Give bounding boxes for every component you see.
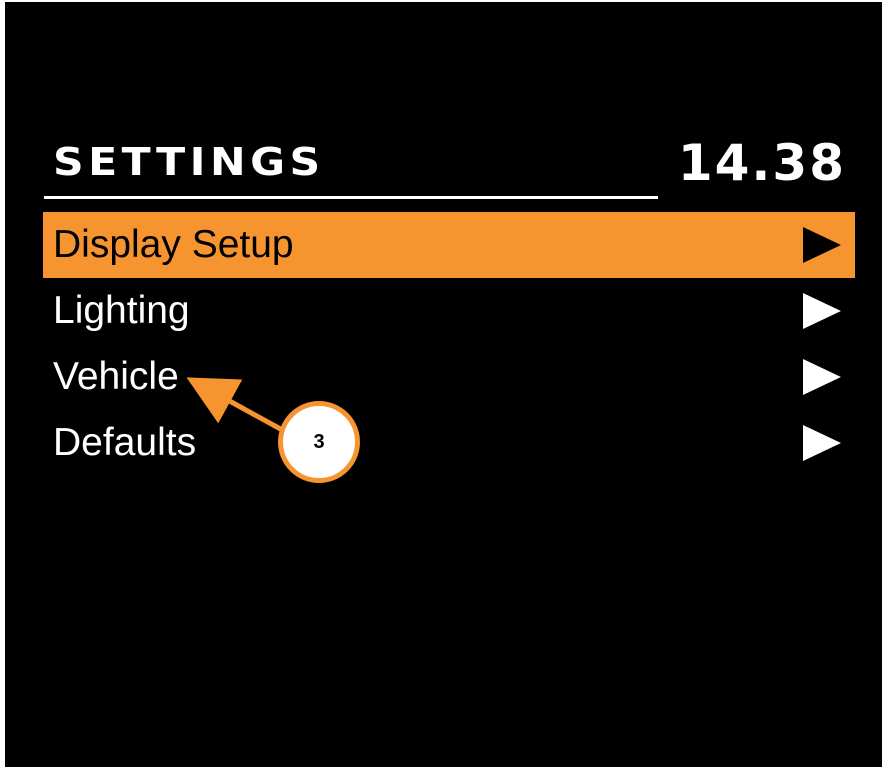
- play-right-icon: [803, 425, 841, 461]
- menu-item-vehicle[interactable]: Vehicle: [43, 344, 855, 410]
- settings-menu: Display Setup Lighting Vehicle Defaults: [43, 212, 855, 476]
- clock-readout: 14.38: [677, 134, 846, 192]
- page-title: SETTINGS: [53, 140, 325, 184]
- callout-badge: 3: [278, 401, 360, 483]
- menu-item-defaults[interactable]: Defaults: [43, 410, 855, 476]
- play-right-icon: [803, 359, 841, 395]
- title-underline: [44, 196, 658, 199]
- menu-item-label: Lighting: [53, 289, 190, 332]
- menu-item-label: Defaults: [53, 421, 197, 464]
- menu-item-label: Vehicle: [53, 355, 179, 398]
- play-right-icon: [803, 227, 841, 263]
- menu-item-display-setup[interactable]: Display Setup: [43, 212, 855, 278]
- menu-item-label: Display Setup: [53, 223, 294, 266]
- menu-item-lighting[interactable]: Lighting: [43, 278, 855, 344]
- play-right-icon: [803, 293, 841, 329]
